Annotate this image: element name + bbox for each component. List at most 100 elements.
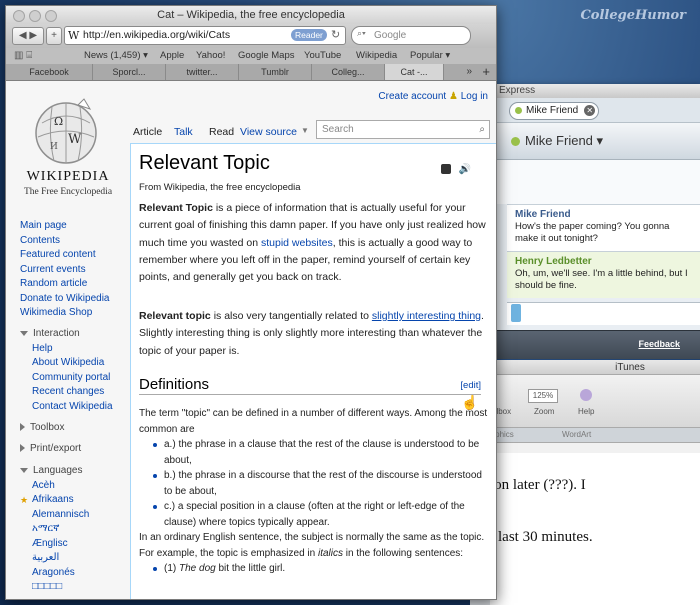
sidebar-item-community-portal[interactable]: Community portal — [32, 372, 110, 383]
print-export-section-toggle[interactable]: Print/export — [20, 442, 81, 457]
section-heading-definitions: Definitions [edit] — [139, 376, 481, 395]
document-page[interactable]: ion later (???). I last 30 minutes. — [490, 453, 700, 605]
phone-icon[interactable] — [511, 304, 521, 322]
bookmark-item[interactable]: Google Maps — [238, 48, 295, 64]
sidebar-interaction: Interaction Help About Wikipedia Communi… — [20, 327, 113, 414]
audio-icon[interactable]: 🔊 — [459, 164, 471, 175]
browser-tab[interactable]: Colleg... — [312, 64, 385, 80]
language-link[interactable]: Aragonés — [32, 567, 75, 578]
languages-section-toggle[interactable]: Languages — [20, 464, 89, 479]
tab-wordart[interactable]: WordArt — [562, 430, 591, 439]
sidebar-item-current-events[interactable]: Current events — [20, 264, 86, 275]
sidebar-item-wikimedia-shop[interactable]: Wikimedia Shop — [20, 307, 92, 318]
zoom-select[interactable]: 125% — [528, 389, 558, 403]
stupid-websites-link[interactable]: stupid websites — [261, 237, 333, 249]
bold-term: Relevant topic — [139, 310, 211, 322]
more-actions-dropdown-icon[interactable]: ▼ — [301, 126, 309, 135]
tab-article[interactable]: Article — [133, 126, 162, 138]
help-label: Help — [578, 407, 595, 416]
reader-button[interactable]: Reader — [291, 29, 327, 41]
chat-message: Henry Ledbetter Oh, um, we'll see. I'm a… — [507, 251, 700, 298]
create-account-link[interactable]: Create account — [378, 91, 446, 102]
minimize-window-button[interactable] — [29, 10, 41, 22]
browser-tab[interactable]: Sporcl... — [93, 64, 166, 80]
svg-text:И: И — [50, 142, 58, 152]
italic-text: The dog — [179, 563, 216, 574]
web-content: Ω W И WIKIPEDIA The Free Encyclopedia Ma… — [6, 81, 496, 599]
sidebar-item-main-page[interactable]: Main page — [20, 220, 67, 231]
language-link[interactable]: Ænglisc — [32, 538, 68, 549]
sidebar-item-featured-content[interactable]: Featured content — [20, 249, 96, 260]
user-icon: ♟ — [449, 91, 458, 102]
interaction-section-toggle[interactable]: Interaction — [20, 327, 113, 342]
tab-talk[interactable]: Talk — [174, 126, 193, 138]
show-bookmarks-icon[interactable]: ▥ ⌸ — [14, 48, 32, 64]
word-window[interactable]: olbox 125% Zoom Help raphics WordArt ion… — [470, 375, 700, 605]
back-forward-buttons[interactable]: ◀ ▶ — [12, 27, 44, 45]
itunes-titlebar: iTunes — [470, 360, 700, 375]
chat-window[interactable]: Express Mike Friend ✕ Mike Friend ▾ Mike… — [470, 84, 700, 354]
bookmark-item[interactable]: News (1,459) ▾ — [84, 48, 148, 64]
sidebar-item-help[interactable]: Help — [32, 343, 53, 354]
address-url: http://en.wikipedia.org/wiki/Cats — [83, 29, 231, 41]
zoom-window-button[interactable] — [45, 10, 57, 22]
bookmark-item[interactable]: Wikipedia — [356, 48, 397, 64]
bookmark-item[interactable]: Apple — [160, 48, 184, 64]
wikipedia-favicon-icon: W — [68, 29, 80, 42]
add-tab-icon[interactable]: + — [482, 64, 490, 80]
personal-tools: Create account ♟ Log in — [378, 91, 488, 102]
slightly-interesting-thing-link[interactable]: slightly interesting thing — [372, 310, 481, 322]
sidebar-item-donate[interactable]: Donate to Wikipedia — [20, 293, 110, 304]
address-bar[interactable]: W http://en.wikipedia.org/wiki/Cats Read… — [64, 26, 346, 45]
sidebar-item-random-article[interactable]: Random article — [20, 278, 87, 289]
log-in-link[interactable]: Log in — [461, 91, 488, 102]
language-link[interactable]: □□□□□ — [32, 581, 62, 592]
chat-message: Mike Friend How's the paper coming? You … — [507, 204, 700, 251]
browser-toolbar: ◀ ▶ + W http://en.wikipedia.org/wiki/Cat… — [6, 24, 496, 48]
star-icon: ★ — [20, 495, 29, 505]
language-link[interactable]: Afrikaans — [32, 494, 74, 505]
browser-tab-active[interactable]: Cat -... — [385, 64, 444, 80]
interaction-heading: Interaction — [33, 328, 80, 339]
google-search-field[interactable]: ⌕▾ Google — [351, 26, 471, 45]
chat-contact-tab[interactable]: Mike Friend ✕ — [509, 102, 600, 120]
close-tab-icon[interactable]: ✕ — [584, 105, 596, 116]
new-tab-button[interactable]: + — [46, 27, 62, 45]
bookmark-item[interactable]: Popular ▾ — [410, 48, 450, 64]
language-link[interactable]: Acèh — [32, 480, 55, 491]
toolbox-section-toggle[interactable]: Toolbox — [20, 421, 64, 436]
search-icon[interactable]: ⌕ — [479, 121, 485, 138]
definitions-list: The term "topic" can be defined in a num… — [139, 406, 489, 577]
edit-section-link[interactable]: [edit] — [460, 380, 481, 391]
sidebar-item-about[interactable]: About Wikipedia — [32, 357, 104, 368]
language-link[interactable]: አማርኛ — [32, 523, 59, 534]
chat-contact-header[interactable]: Mike Friend ▾ — [471, 123, 700, 160]
browser-tab[interactable]: Facebook — [6, 64, 93, 80]
example-prefix: (1) — [164, 563, 179, 574]
language-link[interactable]: العربية — [32, 552, 59, 563]
close-window-button[interactable] — [13, 10, 25, 22]
bookmarks-bar: ▥ ⌸ News (1,459) ▾ Apple Yahoo! Google M… — [6, 48, 496, 65]
reload-icon[interactable]: ↻ — [331, 28, 340, 41]
sidebar-item-recent-changes[interactable]: Recent changes — [32, 386, 104, 397]
more-tabs-icon[interactable]: » — [466, 64, 472, 80]
language-link[interactable]: Alemannisch — [32, 509, 89, 520]
bookmark-item[interactable]: YouTube — [304, 48, 341, 64]
help-icon[interactable] — [580, 389, 592, 401]
chat-contact-tab-label: Mike Friend — [526, 105, 579, 116]
document-text-line: last 30 minutes. — [498, 529, 593, 545]
watermark: CollegeHumor — [580, 8, 686, 23]
browser-tab[interactable]: Tumblr — [239, 64, 312, 80]
wiki-search-input[interactable]: Search ⌕ — [316, 120, 490, 139]
feedback-link[interactable]: Feedback — [638, 339, 680, 349]
tab-read[interactable]: Read — [209, 126, 234, 138]
sidebar-item-contact[interactable]: Contact Wikipedia — [32, 401, 113, 412]
sidebar-item-contents[interactable]: Contents — [20, 235, 60, 246]
bookmark-item[interactable]: Yahoo! — [196, 48, 225, 64]
wikipedia-globe-icon[interactable]: Ω W И — [26, 95, 106, 167]
tab-view-source[interactable]: View source — [240, 126, 297, 138]
chat-input[interactable] — [507, 302, 700, 325]
safari-window[interactable]: Cat – Wikipedia, the free encyclopedia ◀… — [5, 5, 497, 600]
browser-tab[interactable]: twitter... — [166, 64, 239, 80]
svg-text:W: W — [68, 132, 82, 147]
